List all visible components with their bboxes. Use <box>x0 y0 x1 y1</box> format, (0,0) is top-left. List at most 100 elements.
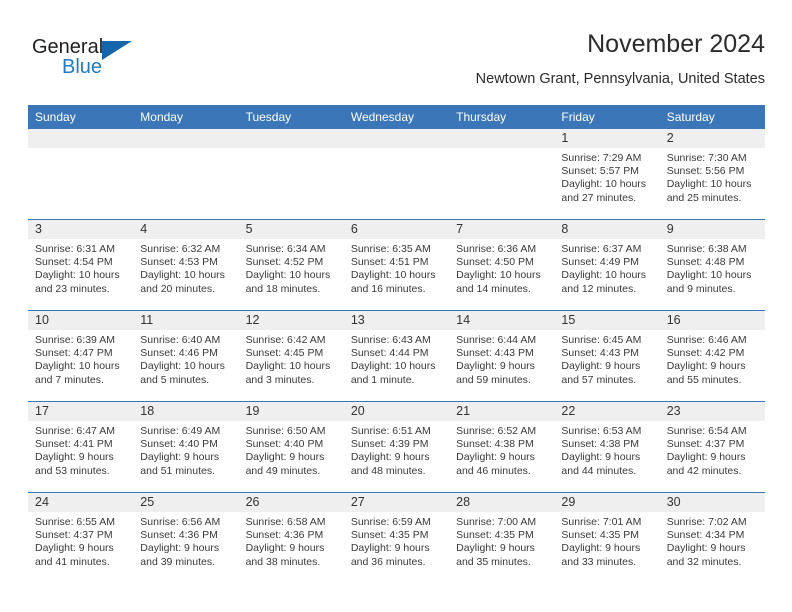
calendar-day-cell[interactable]: 28 Sunrise: 7:00 AM Sunset: 4:35 PM Dayligh… <box>449 492 555 583</box>
calendar-day-cell[interactable]: 18 Sunrise: 6:49 AM Sunset: 4:40 PM Dayligh… <box>133 401 239 493</box>
day-cell-details: Sunrise: 7:01 AM Sunset: 4:35 PM Daylight:… <box>554 512 659 569</box>
day-number: 17 <box>28 402 134 421</box>
day-number: 13 <box>343 311 450 330</box>
day-cell-inner <box>238 129 344 219</box>
day-cell-inner: 10 Sunrise: 6:39 AM Sunset: 4:47 PM Dayligh… <box>28 311 134 401</box>
day-cell-inner: 21 Sunrise: 6:52 AM Sunset: 4:38 PM Dayligh… <box>449 402 555 492</box>
day-cell-details: Sunrise: 6:34 AM Sunset: 4:52 PM Daylight:… <box>239 239 344 296</box>
day-cell-inner: 2 Sunrise: 7:30 AM Sunset: 5:56 PM Daylight… <box>659 129 765 219</box>
calendar-day-cell[interactable]: 20 Sunrise: 6:51 AM Sunset: 4:39 PM Dayligh… <box>343 401 450 493</box>
day-cell-inner: 20 Sunrise: 6:51 AM Sunset: 4:39 PM Dayligh… <box>343 402 450 492</box>
calendar-day-cell[interactable]: 27 Sunrise: 6:59 AM Sunset: 4:35 PM Dayligh… <box>343 492 450 583</box>
calendar-day-cell[interactable]: 29 Sunrise: 7:01 AM Sunset: 4:35 PM Dayligh… <box>554 492 660 583</box>
sunrise-text: Sunrise: 6:42 AM <box>245 334 326 346</box>
day-number: 6 <box>343 220 450 239</box>
calendar-day-cell[interactable]: 6 Sunrise: 6:35 AM Sunset: 4:51 PM Daylight… <box>343 219 450 311</box>
calendar-day-cell[interactable]: 30 Sunrise: 7:02 AM Sunset: 4:34 PM Dayligh… <box>659 492 765 583</box>
sunset-text: Sunset: 4:35 PM <box>456 529 534 542</box>
calendar-day-cell[interactable]: 4 Sunrise: 6:32 AM Sunset: 4:53 PM Daylight… <box>133 219 239 311</box>
calendar-day-cell[interactable]: 11 Sunrise: 6:40 AM Sunset: 4:46 PM Dayligh… <box>133 310 239 402</box>
weekday-header-thursday: Thursday <box>449 105 555 129</box>
calendar-day-cell[interactable]: 1 Sunrise: 7:29 AM Sunset: 5:57 PM Daylight… <box>554 129 660 220</box>
daylight-text: Daylight: 10 hours and 23 minutes. <box>35 269 120 295</box>
calendar-day-cell[interactable]: 2 Sunrise: 7:30 AM Sunset: 5:56 PM Daylight… <box>659 129 765 220</box>
calendar-day-cell[interactable]: 14 Sunrise: 6:44 AM Sunset: 4:43 PM Dayligh… <box>449 310 555 402</box>
daylight-text: Daylight: 9 hours and 59 minutes. <box>456 360 535 386</box>
calendar-day-cell[interactable]: 7 Sunrise: 6:36 AM Sunset: 4:50 PM Daylight… <box>449 219 555 311</box>
sunset-text: Sunset: 4:51 PM <box>350 256 429 269</box>
daylight-text: Daylight: 9 hours and 46 minutes. <box>456 451 535 477</box>
day-cell-details: Sunrise: 7:02 AM Sunset: 4:34 PM Daylight:… <box>660 512 765 569</box>
calendar-day-cell[interactable]: 17 Sunrise: 6:47 AM Sunset: 4:41 PM Dayligh… <box>28 401 134 493</box>
sunset-text: Sunset: 4:40 PM <box>245 438 324 451</box>
sunset-text: Sunset: 4:50 PM <box>456 256 534 269</box>
day-cell-inner: 25 Sunrise: 6:56 AM Sunset: 4:36 PM Dayligh… <box>133 493 239 583</box>
calendar-day-cell[interactable]: 10 Sunrise: 6:39 AM Sunset: 4:47 PM Dayligh… <box>28 310 134 402</box>
daylight-text: Daylight: 10 hours and 20 minutes. <box>140 269 225 295</box>
triangle-icon <box>102 41 132 60</box>
day-cell-inner: 4 Sunrise: 6:32 AM Sunset: 4:53 PM Daylight… <box>133 220 239 310</box>
day-cell-inner: 24 Sunrise: 6:55 AM Sunset: 4:37 PM Dayligh… <box>28 493 134 583</box>
day-cell-details: Sunrise: 6:56 AM Sunset: 4:36 PM Daylight:… <box>133 512 238 569</box>
logo-text-blue: Blue <box>62 56 103 78</box>
day-cell-inner: 27 Sunrise: 6:59 AM Sunset: 4:35 PM Dayligh… <box>343 493 450 583</box>
calendar-day-cell[interactable]: 19 Sunrise: 6:50 AM Sunset: 4:40 PM Dayligh… <box>238 401 344 493</box>
daylight-text: Daylight: 10 hours and 25 minutes. <box>666 178 752 204</box>
day-number: 4 <box>133 220 239 239</box>
sunset-text: Sunset: 4:34 PM <box>666 529 745 542</box>
daylight-text: Daylight: 9 hours and 48 minutes. <box>350 451 430 477</box>
day-cell-details: Sunrise: 6:40 AM Sunset: 4:46 PM Daylight:… <box>133 330 238 387</box>
logo-text-general: General <box>32 36 104 58</box>
sunset-text: Sunset: 4:39 PM <box>350 438 429 451</box>
daylight-text: Daylight: 10 hours and 14 minutes. <box>456 269 541 295</box>
sunrise-text: Sunrise: 6:51 AM <box>350 425 431 437</box>
weekday-header-tuesday: Tuesday <box>238 105 344 129</box>
sunrise-text: Sunrise: 6:45 AM <box>561 334 642 346</box>
day-cell-details: Sunrise: 6:43 AM Sunset: 4:44 PM Daylight:… <box>344 330 449 387</box>
calendar-day-cell[interactable]: 5 Sunrise: 6:34 AM Sunset: 4:52 PM Daylight… <box>238 219 344 311</box>
calendar-day-cell[interactable]: 9 Sunrise: 6:38 AM Sunset: 4:48 PM Daylight… <box>659 219 765 311</box>
calendar-day-cell[interactable]: 16 Sunrise: 6:46 AM Sunset: 4:42 PM Dayligh… <box>659 310 765 402</box>
day-cell-details: Sunrise: 6:36 AM Sunset: 4:50 PM Daylight:… <box>449 239 554 296</box>
day-number: 24 <box>28 493 134 512</box>
sunrise-text: Sunrise: 6:43 AM <box>350 334 431 346</box>
calendar-day-cell[interactable]: 12 Sunrise: 6:42 AM Sunset: 4:45 PM Dayligh… <box>238 310 344 402</box>
day-number <box>28 129 134 148</box>
day-cell-inner <box>449 129 555 219</box>
calendar-week-row: 3 Sunrise: 6:31 AM Sunset: 4:54 PM Daylight… <box>28 219 765 311</box>
sunrise-text: Sunrise: 7:02 AM <box>666 516 747 528</box>
day-cell-details: Sunrise: 6:45 AM Sunset: 4:43 PM Daylight:… <box>554 330 659 387</box>
day-cell-inner: 15 Sunrise: 6:45 AM Sunset: 4:43 PM Dayligh… <box>554 311 660 401</box>
day-cell-details: Sunrise: 6:35 AM Sunset: 4:51 PM Daylight:… <box>344 239 449 296</box>
calendar-day-cell[interactable]: 22 Sunrise: 6:53 AM Sunset: 4:38 PM Dayligh… <box>554 401 660 493</box>
calendar-day-cell[interactable]: 15 Sunrise: 6:45 AM Sunset: 4:43 PM Dayligh… <box>554 310 660 402</box>
sunset-text: Sunset: 5:57 PM <box>561 165 640 178</box>
day-cell-details: Sunrise: 7:00 AM Sunset: 4:35 PM Daylight:… <box>449 512 554 569</box>
calendar-day-cell[interactable]: 21 Sunrise: 6:52 AM Sunset: 4:38 PM Dayligh… <box>449 401 555 493</box>
calendar-day-cell[interactable]: 3 Sunrise: 6:31 AM Sunset: 4:54 PM Daylight… <box>28 219 134 311</box>
day-number: 8 <box>554 220 660 239</box>
daylight-text: Daylight: 9 hours and 33 minutes. <box>561 542 641 568</box>
daylight-text: Daylight: 9 hours and 57 minutes. <box>561 360 641 386</box>
calendar-header-row: Sunday Monday Tuesday Wednesday Thursday… <box>28 105 765 129</box>
sunrise-text: Sunrise: 6:56 AM <box>140 516 221 528</box>
calendar-day-cell[interactable]: 26 Sunrise: 6:58 AM Sunset: 4:36 PM Dayligh… <box>238 492 344 583</box>
day-number: 27 <box>343 493 450 512</box>
day-cell-inner <box>133 129 239 219</box>
calendar-day-cell[interactable]: 8 Sunrise: 6:37 AM Sunset: 4:49 PM Daylight… <box>554 219 660 311</box>
daylight-text: Daylight: 10 hours and 12 minutes. <box>561 269 647 295</box>
weekday-header-wednesday: Wednesday <box>343 105 450 129</box>
calendar-day-cell[interactable]: 25 Sunrise: 6:56 AM Sunset: 4:36 PM Dayligh… <box>133 492 239 583</box>
calendar-day-cell[interactable]: 13 Sunrise: 6:43 AM Sunset: 4:44 PM Dayligh… <box>343 310 450 402</box>
sunrise-text: Sunrise: 6:55 AM <box>35 516 115 528</box>
sunrise-text: Sunrise: 7:01 AM <box>561 516 642 528</box>
sunrise-text: Sunrise: 6:39 AM <box>35 334 115 346</box>
day-cell-details: Sunrise: 6:53 AM Sunset: 4:38 PM Daylight:… <box>554 421 659 478</box>
sunset-text: Sunset: 4:42 PM <box>666 347 745 360</box>
calendar-day-cell[interactable]: 24 Sunrise: 6:55 AM Sunset: 4:37 PM Dayligh… <box>28 492 134 583</box>
day-cell-details: Sunrise: 6:51 AM Sunset: 4:39 PM Daylight:… <box>344 421 449 478</box>
calendar-day-cell-empty <box>133 129 239 220</box>
day-number: 14 <box>449 311 555 330</box>
calendar-day-cell[interactable]: 23 Sunrise: 6:54 AM Sunset: 4:37 PM Dayligh… <box>659 401 765 493</box>
sunset-text: Sunset: 4:35 PM <box>350 529 429 542</box>
